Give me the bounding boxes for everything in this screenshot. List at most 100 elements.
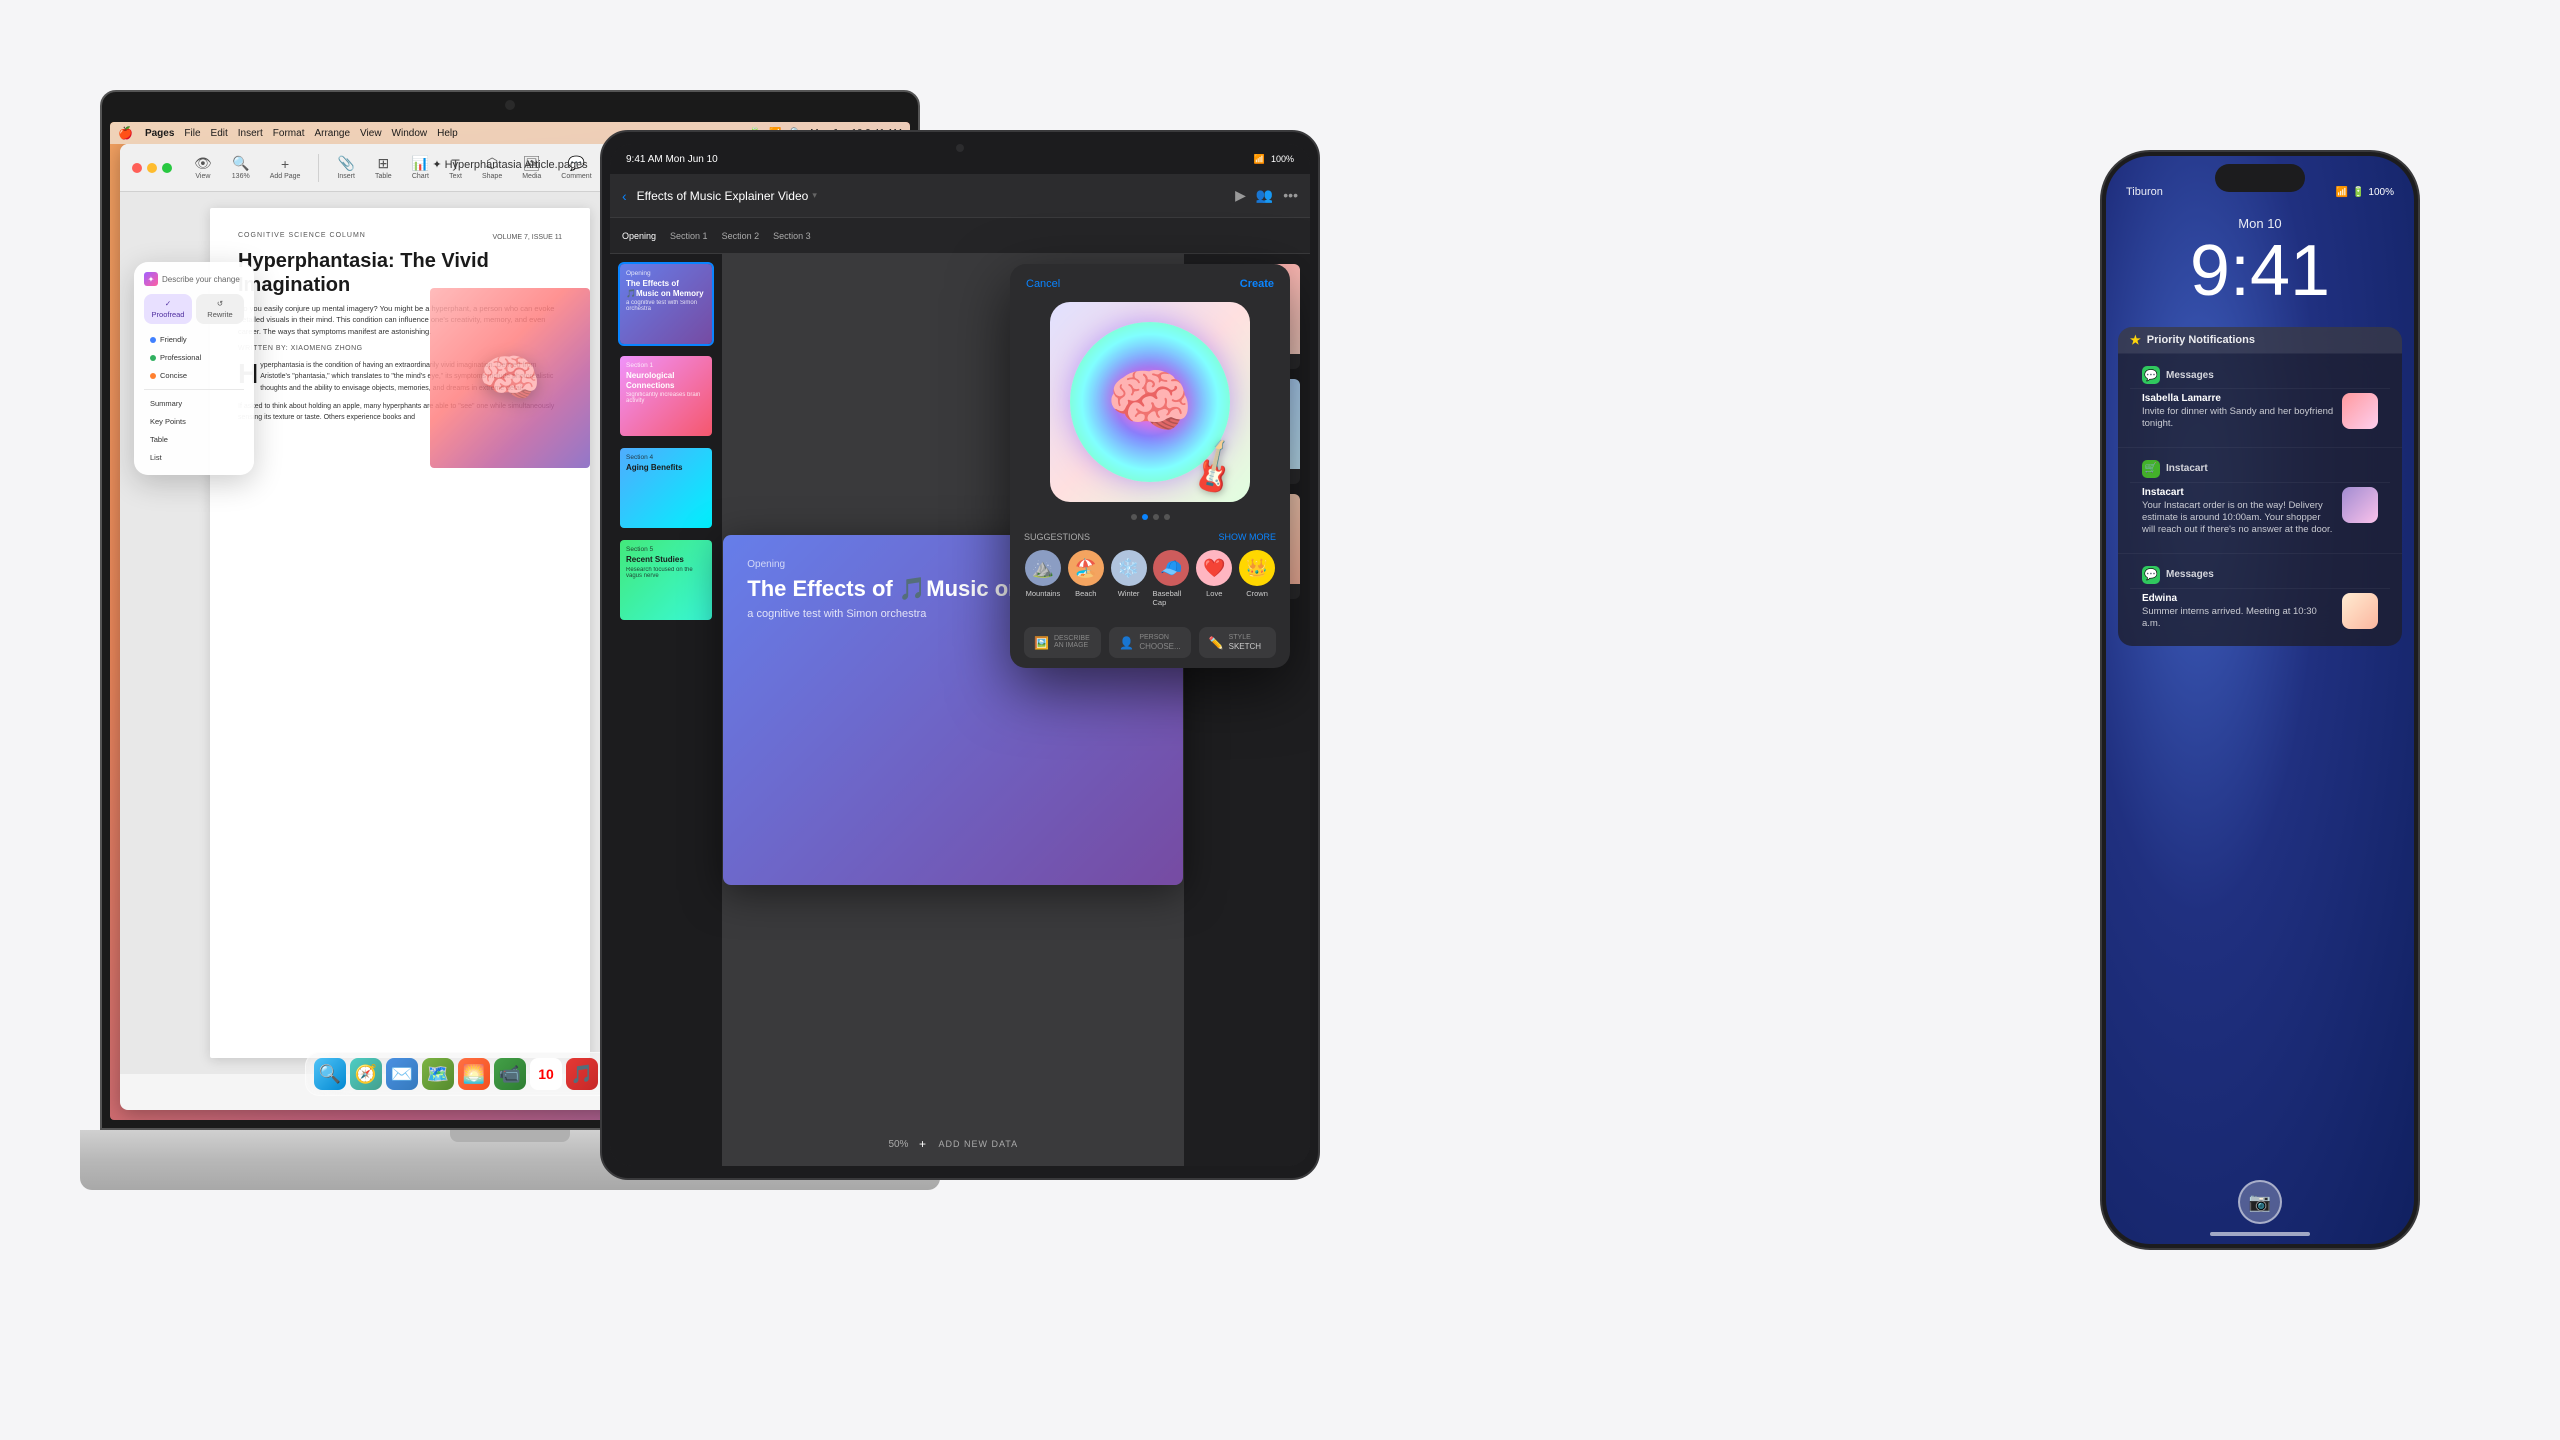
iphone-notification-area: ★ Priority Notifications 💬 Messages [2106, 315, 2414, 658]
igd-person-input[interactable]: 👤 PERSON CHOOSE... [1109, 627, 1190, 658]
igd-dot-2[interactable] [1142, 514, 1148, 520]
slide-section1[interactable]: Section 1 Neurological Connections Signi… [618, 354, 714, 438]
keynote-actions: ▶ 👥 ••• [1235, 187, 1298, 204]
igd-dot-4[interactable] [1164, 514, 1170, 520]
igd-header: Cancel Create [1010, 264, 1290, 290]
igd-sug-beach[interactable]: 🏖️ Beach [1067, 550, 1105, 607]
wt-option-concise[interactable]: Concise [144, 368, 244, 383]
igd-dot-1[interactable] [1131, 514, 1137, 520]
notif-photo-instacart [2342, 487, 2378, 523]
toolbar-chart[interactable]: 📊 Chart [406, 153, 435, 182]
dock-safari[interactable]: 🧭 [350, 1058, 382, 1090]
iphone-bottom-area: 📷 [2238, 1180, 2282, 1224]
igd-describe-input[interactable]: 🖼️ DESCRIBE AN IMAGE [1024, 627, 1101, 658]
keynote-title-arrow[interactable]: ▾ [812, 190, 817, 201]
notif-content-edwina: Edwina Summer interns arrived. Meeting a… [2130, 588, 2390, 639]
igd-sug-baseball-cap[interactable]: 🧢 Baseball Cap [1152, 550, 1190, 607]
keynote-title-text: Effects of Music Explainer Video [637, 189, 809, 203]
igd-suggestions-label: SUGGESTIONS [1024, 532, 1090, 542]
section-3[interactable]: Section 3 [773, 231, 811, 241]
notification-instacart[interactable]: 🛒 Instacart Instacart Your Instacart ord… [2118, 447, 2402, 553]
menu-arrange[interactable]: Arrange [314, 128, 350, 139]
keynote-more-icon[interactable]: ••• [1283, 187, 1298, 204]
ipad-time: 9:41 AM Mon Jun 10 [626, 154, 718, 165]
zoom-controls: 50% + [888, 1134, 932, 1154]
section-1[interactable]: Section 1 [670, 231, 708, 241]
section-opening[interactable]: Opening [622, 231, 656, 241]
igd-sug-mountains[interactable]: ⛰️ Mountains [1024, 550, 1062, 607]
slide-section5[interactable]: Section 5 Recent Studies Research focuse… [618, 538, 714, 622]
ipad-camera [956, 144, 964, 152]
wt-option-keypoints[interactable]: Key Points [144, 414, 244, 429]
toolbar-table[interactable]: ⊞ Table [369, 153, 398, 182]
dock-photos[interactable]: 🌅 [458, 1058, 490, 1090]
menu-edit[interactable]: Edit [211, 128, 228, 139]
keynote-play-icon[interactable]: ▶ [1235, 187, 1246, 204]
priority-notifications-group: ★ Priority Notifications 💬 Messages [2118, 327, 2402, 646]
menu-window[interactable]: Window [392, 128, 428, 139]
igd-baseball-cap-icon: 🧢 [1153, 550, 1189, 586]
toolbar-insert[interactable]: 📎 Insert [331, 153, 361, 182]
doc-volume: VOLUME 7, ISSUE 11 [492, 234, 562, 241]
menu-file[interactable]: File [184, 128, 200, 139]
iphone-camera-button[interactable]: 📷 [2238, 1180, 2282, 1224]
dock-mail[interactable]: ✉️ [386, 1058, 418, 1090]
maximize-button[interactable] [162, 163, 172, 173]
keynote-collaborate-icon[interactable]: 👥 [1256, 187, 1273, 204]
iphone-signal-icon: 📶 [2336, 187, 2348, 198]
zoom-plus-button[interactable]: + [912, 1134, 932, 1154]
slide-section4[interactable]: Section 4 Aging Benefits [618, 446, 714, 530]
notif-content-isabella: Isabella Lamarre Invite for dinner with … [2130, 388, 2390, 439]
dock-music[interactable]: 🎵 [566, 1058, 598, 1090]
toolbar-zoom[interactable]: 🔍 136% [226, 153, 256, 182]
igd-style-value: SKETCH [1229, 642, 1261, 651]
slide-opening-title: The Effects of 🎵Music on Memory [626, 279, 706, 298]
writing-tools-panel: ✦ Describe your change ✓ Proofread [134, 262, 254, 475]
wt-option-summary[interactable]: Summary [144, 396, 244, 411]
wt-option-professional[interactable]: Professional [144, 350, 244, 365]
dock-maps[interactable]: 🗺️ [422, 1058, 454, 1090]
rewrite-button[interactable]: ↺ Rewrite [196, 294, 244, 324]
proofread-button[interactable]: ✓ Proofread [144, 294, 192, 324]
notification-isabella[interactable]: 💬 Messages Isabella Lamarre Invite for d… [2118, 353, 2402, 447]
slide-section5-label: Section 5 [626, 546, 706, 553]
section-2[interactable]: Section 2 [722, 231, 760, 241]
igd-cancel-button[interactable]: Cancel [1026, 278, 1060, 290]
toolbar-view[interactable]: 👁 View [188, 153, 218, 182]
igd-sug-love[interactable]: ❤️ Love [1195, 550, 1233, 607]
wt-option-friendly[interactable]: Friendly [144, 332, 244, 347]
dock-facetime[interactable]: 📹 [494, 1058, 526, 1090]
igd-create-button[interactable]: Create [1240, 278, 1274, 290]
slide-opening[interactable]: Opening The Effects of 🎵Music on Memory … [618, 262, 714, 346]
igd-sug-winter[interactable]: ❄️ Winter [1110, 550, 1148, 607]
minimize-button[interactable] [147, 163, 157, 173]
menu-pages[interactable]: Pages [145, 128, 174, 139]
menu-view[interactable]: View [360, 128, 382, 139]
dock-calendar[interactable]: 10 [530, 1058, 562, 1090]
wt-summary-label: Summary [150, 399, 182, 408]
toolbar-addpage[interactable]: + Add Page [264, 154, 307, 182]
igd-dot-3[interactable] [1153, 514, 1159, 520]
igd-style-input[interactable]: ✏️ STYLE SKETCH [1199, 627, 1276, 658]
igd-sug-crown[interactable]: 👑 Crown [1238, 550, 1276, 607]
menu-format[interactable]: Format [273, 128, 305, 139]
pages-document: COGNITIVE SCIENCE COLUMN VOLUME 7, ISSUE… [210, 208, 590, 1058]
notification-edwina[interactable]: 💬 Messages Edwina Summer interns arrived… [2118, 553, 2402, 647]
wt-option-list[interactable]: List [144, 450, 244, 465]
iphone-lockscreen: Tiburon 📶 🔋 100% Mon 10 9:41 ★ [2106, 156, 2414, 1244]
close-button[interactable] [132, 163, 142, 173]
slide-section5-subtitle: Research focused on the vagus nerve [626, 567, 706, 579]
igd-describe-image-icon: 🖼️ [1034, 636, 1049, 650]
igd-suggestions-header: SUGGESTIONS SHOW MORE [1024, 532, 1276, 542]
wt-option-table[interactable]: Table [144, 432, 244, 447]
keynote-back-button[interactable]: ‹ [622, 188, 627, 204]
wt-list-label: List [150, 453, 162, 462]
menu-help[interactable]: Help [437, 128, 458, 139]
igd-show-more-button[interactable]: SHOW MORE [1219, 532, 1277, 542]
dock-finder[interactable]: 🔍 [314, 1058, 346, 1090]
apple-menu[interactable]: 🍎 [118, 126, 133, 140]
wt-dot-concise [150, 373, 156, 379]
igd-brain-icon: 🧠 [1106, 361, 1193, 443]
menu-insert[interactable]: Insert [238, 128, 263, 139]
igd-describe-label: DESCRIBE AN IMAGE [1054, 635, 1091, 649]
